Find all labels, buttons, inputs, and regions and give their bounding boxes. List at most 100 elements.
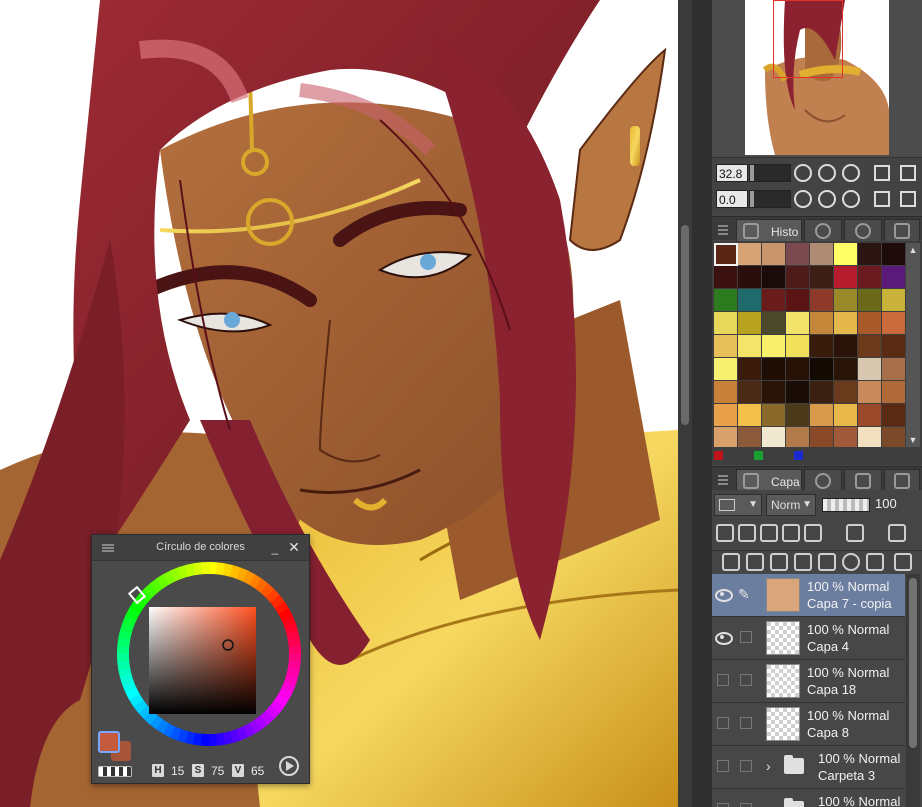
palette-swatch[interactable] bbox=[810, 404, 834, 427]
palette-swatch[interactable] bbox=[786, 243, 810, 266]
blend-mode-dropdown[interactable]: Norm ▼ bbox=[766, 494, 816, 516]
layer-folder-row[interactable]: › 100 % Normal Carpeta 3 bbox=[712, 746, 905, 789]
palette-swatch[interactable] bbox=[786, 404, 810, 427]
navigator-view-frame[interactable] bbox=[773, 0, 843, 78]
visibility-eye-icon[interactable] bbox=[717, 674, 729, 686]
palette-swatch[interactable] bbox=[882, 266, 906, 289]
lock-layer-icon[interactable] bbox=[782, 524, 800, 542]
palette-swatch[interactable] bbox=[786, 289, 810, 312]
main-color-swatch[interactable] bbox=[98, 731, 120, 753]
layer-row[interactable]: 100 % Normal Capa 8 bbox=[712, 703, 905, 746]
palette-swatch[interactable] bbox=[882, 312, 906, 335]
palette-swatch[interactable] bbox=[738, 404, 762, 427]
palette-swatch[interactable] bbox=[810, 381, 834, 404]
new-folder-icon[interactable] bbox=[770, 553, 788, 571]
palette-swatch[interactable] bbox=[882, 289, 906, 312]
close-icon[interactable]: ✕ bbox=[287, 540, 301, 554]
palette-swatch[interactable] bbox=[834, 335, 858, 358]
palette-swatch[interactable] bbox=[786, 266, 810, 289]
lock-toggle[interactable] bbox=[740, 760, 752, 772]
new-vector-layer-icon[interactable] bbox=[746, 553, 764, 571]
scroll-down-icon[interactable]: ▼ bbox=[908, 435, 918, 445]
palette-swatch[interactable] bbox=[810, 266, 834, 289]
palette-marker-swatch[interactable] bbox=[794, 451, 803, 460]
palette-swatch[interactable] bbox=[834, 266, 858, 289]
palette-marker-swatch[interactable] bbox=[754, 451, 763, 460]
palette-swatch[interactable] bbox=[738, 312, 762, 335]
flip-vertical-icon[interactable] bbox=[900, 191, 916, 207]
palette-swatch[interactable] bbox=[762, 404, 786, 427]
palette-swatch[interactable] bbox=[810, 335, 834, 358]
zoom-slider[interactable] bbox=[749, 164, 791, 182]
palette-swatch[interactable] bbox=[762, 381, 786, 404]
panel-grip-icon[interactable] bbox=[718, 225, 728, 227]
actual-size-icon[interactable] bbox=[900, 165, 916, 181]
palette-swatch[interactable] bbox=[762, 335, 786, 358]
layer-list-scrollbar[interactable] bbox=[906, 574, 920, 807]
reference-layer-icon[interactable] bbox=[738, 524, 756, 542]
palette-swatch[interactable] bbox=[834, 404, 858, 427]
layer-color-dropdown[interactable]: ▼ bbox=[714, 494, 762, 516]
opacity-slider[interactable] bbox=[822, 498, 870, 512]
palette-swatch[interactable] bbox=[858, 404, 882, 427]
palette-swatch[interactable] bbox=[858, 243, 882, 266]
expand-chevron-icon[interactable]: › bbox=[766, 801, 771, 807]
palette-swatch[interactable] bbox=[810, 289, 834, 312]
delete-layer-icon[interactable] bbox=[894, 553, 912, 571]
new-raster-layer-icon[interactable] bbox=[722, 553, 740, 571]
hue-ring[interactable] bbox=[117, 562, 301, 746]
tab-animation[interactable] bbox=[884, 469, 920, 491]
apply-mask-icon[interactable] bbox=[866, 553, 884, 571]
palette-swatch[interactable] bbox=[858, 289, 882, 312]
tab-layer-search[interactable] bbox=[844, 469, 882, 491]
palette-scrollbar[interactable]: ▲ ▼ bbox=[906, 243, 920, 447]
rotation-slider[interactable] bbox=[749, 190, 791, 208]
palette-swatch[interactable] bbox=[786, 312, 810, 335]
lock-toggle[interactable] bbox=[740, 674, 752, 686]
palette-swatch[interactable] bbox=[714, 266, 738, 289]
palette-swatch[interactable] bbox=[882, 243, 906, 266]
panel-grip-icon[interactable] bbox=[718, 475, 728, 477]
palette-swatch[interactable] bbox=[738, 266, 762, 289]
palette-swatch[interactable] bbox=[858, 358, 882, 381]
fit-window-icon[interactable] bbox=[874, 165, 890, 181]
palette-swatch[interactable] bbox=[858, 335, 882, 358]
palette-swatch[interactable] bbox=[834, 312, 858, 335]
visibility-eye-icon[interactable] bbox=[717, 760, 729, 772]
canvas-scroll-thumb[interactable] bbox=[681, 225, 689, 425]
palette-swatch[interactable] bbox=[714, 381, 738, 404]
palette-swatch[interactable] bbox=[738, 358, 762, 381]
expand-chevron-icon[interactable]: › bbox=[766, 758, 771, 774]
minimize-icon[interactable]: _ bbox=[269, 542, 281, 555]
zoom-in-icon[interactable] bbox=[818, 164, 836, 182]
tab-info[interactable] bbox=[844, 219, 882, 241]
canvas-vertical-scrollbar[interactable] bbox=[678, 0, 692, 807]
ruler-enable-icon[interactable] bbox=[888, 524, 906, 542]
palette-swatch[interactable] bbox=[738, 289, 762, 312]
stop-icon[interactable] bbox=[842, 164, 860, 182]
palette-marker-swatch[interactable] bbox=[714, 451, 723, 460]
draft-layer-icon[interactable] bbox=[760, 524, 778, 542]
palette-swatch[interactable] bbox=[714, 358, 738, 381]
tab-item-bank[interactable] bbox=[884, 219, 920, 241]
tab-sub-view[interactable] bbox=[804, 219, 842, 241]
flip-horizontal-icon[interactable] bbox=[874, 191, 890, 207]
palette-swatch[interactable] bbox=[810, 312, 834, 335]
tab-layer-property[interactable] bbox=[804, 469, 842, 491]
palette-swatch[interactable] bbox=[714, 335, 738, 358]
palette-swatch[interactable] bbox=[714, 404, 738, 427]
palette-swatch[interactable] bbox=[762, 289, 786, 312]
palette-swatch[interactable] bbox=[738, 335, 762, 358]
lock-toggle[interactable] bbox=[740, 803, 752, 807]
tab-layer[interactable]: Capa bbox=[736, 469, 802, 491]
lock-transparent-icon[interactable] bbox=[804, 524, 822, 542]
palette-swatch[interactable] bbox=[882, 358, 906, 381]
palette-swatch[interactable] bbox=[834, 243, 858, 266]
palette-swatch[interactable] bbox=[786, 381, 810, 404]
layer-scroll-thumb[interactable] bbox=[909, 578, 917, 748]
palette-swatch[interactable] bbox=[810, 243, 834, 266]
merge-down-icon[interactable] bbox=[818, 553, 836, 571]
scroll-up-icon[interactable]: ▲ bbox=[908, 245, 918, 255]
reset-rotation-icon[interactable] bbox=[842, 190, 860, 208]
palette-swatch[interactable] bbox=[882, 381, 906, 404]
